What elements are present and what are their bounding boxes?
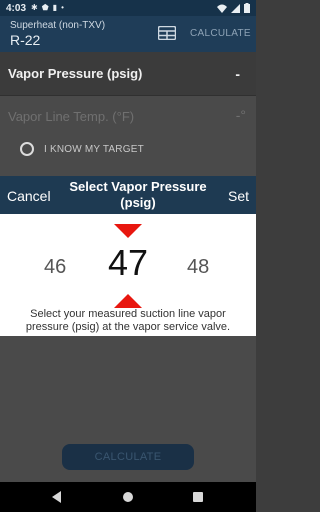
dialog-title: Select Vapor Pressure (psig)	[69, 179, 207, 210]
know-target-option[interactable]: I KNOW MY TARGET	[0, 137, 256, 163]
app-title: R-22	[10, 32, 41, 48]
number-picker[interactable]: 46 47 48	[0, 214, 256, 310]
status-right-icons	[217, 3, 250, 13]
picker-current-value: 47	[107, 242, 149, 283]
vapor-line-temp-label: Vapor Line Temp. (°F)	[8, 109, 135, 124]
calculate-button[interactable]: CALCULATE	[62, 444, 194, 470]
home-icon[interactable]	[123, 492, 133, 502]
target-radio[interactable]	[20, 142, 34, 156]
vapor-line-temp-row[interactable]: Vapor Line Temp. (°F) -°	[0, 97, 256, 137]
cancel-button[interactable]: Cancel	[7, 188, 51, 204]
gear-icon: ✱	[31, 3, 38, 12]
dot-icon: •	[61, 3, 64, 12]
increment-arrow-icon[interactable]	[114, 224, 142, 238]
vapor-line-temp-value: -°	[235, 107, 246, 123]
system-nav-bar	[0, 482, 256, 512]
status-time: 4:03	[6, 2, 27, 14]
picker-next-value[interactable]: 48	[187, 256, 209, 279]
set-button[interactable]: Set	[228, 188, 249, 204]
picker-previous-value[interactable]: 46	[44, 256, 66, 279]
battery-icon	[244, 3, 250, 13]
status-bar: 4:03 ✱ ⬟ ▮ •	[0, 0, 256, 16]
vapor-pressure-row[interactable]: Vapor Pressure (psig) -	[0, 52, 256, 96]
sim-icon: ▮	[52, 3, 58, 12]
calculate-header-button[interactable]: CALCULATE	[190, 28, 251, 39]
back-icon[interactable]	[52, 491, 61, 503]
app-bar: Superheat (non-TXV) R-22 CALCULATE	[0, 16, 256, 52]
vapor-pressure-value: -	[235, 66, 240, 82]
shield-icon: ⬟	[41, 3, 49, 12]
status-icons: ✱ ⬟ ▮ •	[31, 4, 64, 12]
recents-icon[interactable]	[193, 492, 203, 502]
signal-icon	[231, 3, 240, 13]
wifi-icon	[217, 4, 227, 13]
app-subtitle: Superheat (non-TXV)	[10, 20, 106, 31]
dialog-help-text: Select your measured suction line vapor …	[25, 308, 231, 333]
target-option-label: I KNOW MY TARGET	[44, 144, 144, 155]
vapor-pressure-dialog: Cancel Select Vapor Pressure (psig) Set …	[0, 176, 256, 336]
table-icon[interactable]	[158, 26, 176, 40]
vapor-pressure-label: Vapor Pressure (psig)	[8, 66, 143, 81]
dialog-header: Cancel Select Vapor Pressure (psig) Set	[0, 176, 256, 214]
decrement-arrow-icon[interactable]	[114, 294, 142, 308]
